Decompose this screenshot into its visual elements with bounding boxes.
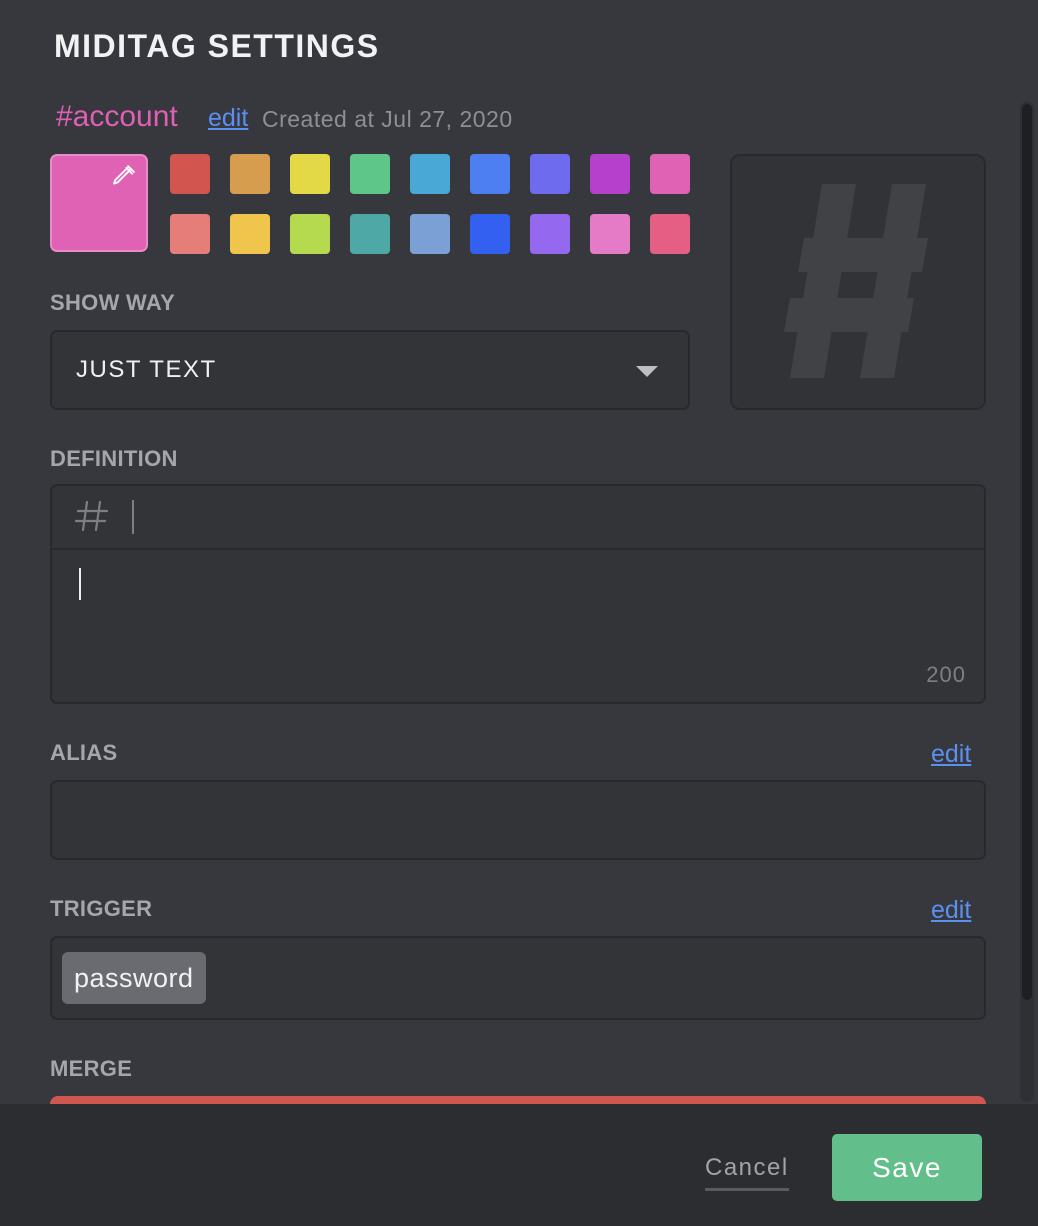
trigger-input[interactable]: password [50, 936, 986, 1020]
alias-label: ALIAS [50, 740, 118, 765]
show-way-select[interactable]: JUST TEXT [50, 330, 690, 410]
color-swatch[interactable] [350, 214, 390, 254]
merge-label: MERGE [50, 1056, 133, 1081]
color-swatch[interactable] [650, 154, 690, 194]
alias-input[interactable] [50, 780, 986, 860]
eyedropper-icon[interactable] [110, 162, 138, 195]
color-swatch[interactable] [410, 214, 450, 254]
save-button[interactable]: Save [832, 1134, 982, 1201]
show-way-label: SHOW WAY [50, 290, 176, 315]
trigger-edit-link[interactable]: edit [931, 896, 971, 925]
dialog-footer: Cancel Save [0, 1104, 1038, 1226]
color-swatch[interactable] [230, 154, 270, 194]
definition-title-input[interactable] [52, 486, 984, 550]
definition-textarea[interactable] [52, 550, 984, 702]
tag-icon-preview [730, 154, 986, 410]
created-date: Created at Jul 27, 2020 [262, 106, 513, 132]
tag-name-edit-link[interactable]: edit [208, 104, 248, 133]
color-swatch[interactable] [410, 154, 450, 194]
hash-icon [74, 498, 110, 543]
color-swatch[interactable] [470, 214, 510, 254]
color-swatch[interactable] [230, 214, 270, 254]
definition-box: 200 [50, 484, 986, 704]
color-swatch[interactable] [530, 214, 570, 254]
trigger-chip[interactable]: password [62, 952, 206, 1004]
scrollbar-thumb[interactable] [1022, 104, 1032, 1000]
color-swatch[interactable] [170, 154, 210, 194]
tag-name: #account [56, 100, 178, 133]
color-swatch[interactable] [530, 154, 570, 194]
color-swatch[interactable] [170, 214, 210, 254]
color-swatch[interactable] [650, 214, 690, 254]
selected-color-swatch[interactable] [50, 154, 148, 252]
chevron-down-icon [636, 366, 658, 377]
cancel-button[interactable]: Cancel [705, 1154, 789, 1191]
definition-label: DEFINITION [50, 446, 178, 471]
color-swatch[interactable] [350, 154, 390, 194]
show-way-value: JUST TEXT [76, 356, 217, 383]
character-counter: 200 [926, 662, 966, 687]
text-cursor [79, 568, 81, 600]
color-swatch[interactable] [290, 214, 330, 254]
color-swatch[interactable] [470, 154, 510, 194]
hash-icon [784, 184, 928, 378]
trigger-label: TRIGGER [50, 896, 153, 921]
text-cursor [132, 500, 134, 534]
dialog-title: MIDITAG SETTINGS [54, 28, 380, 64]
color-swatch[interactable] [590, 154, 630, 194]
color-swatch[interactable] [590, 214, 630, 254]
color-swatch[interactable] [290, 154, 330, 194]
alias-edit-link[interactable]: edit [931, 740, 971, 769]
